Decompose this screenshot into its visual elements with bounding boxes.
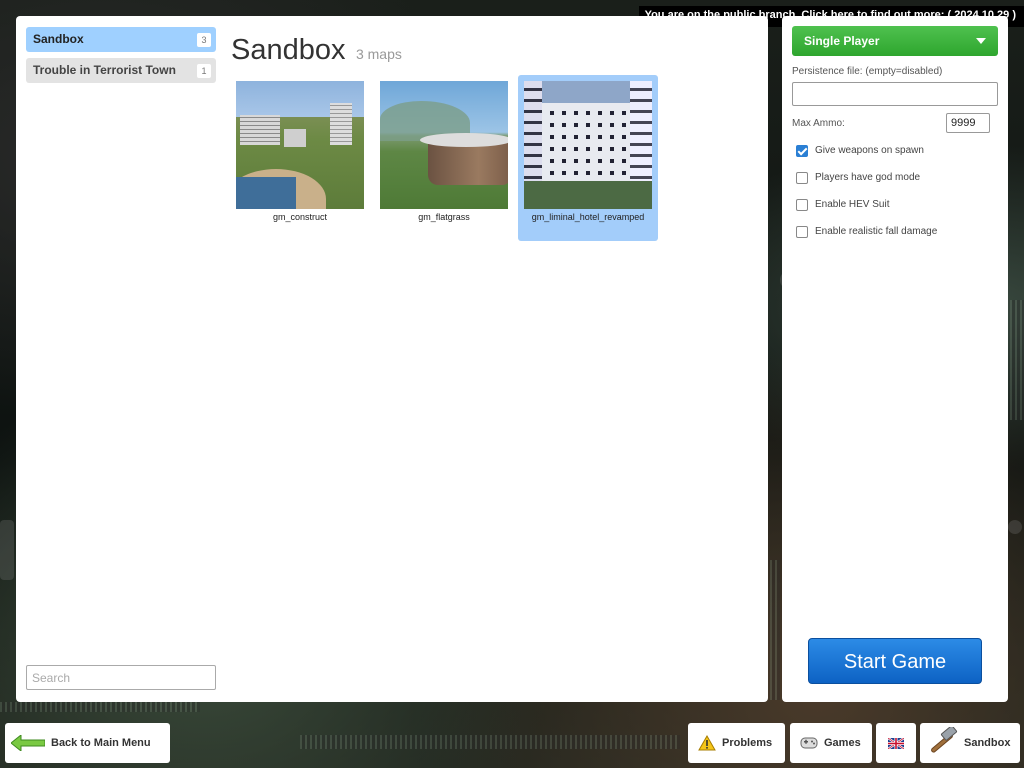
start-game-button[interactable]: Start Game	[808, 638, 982, 684]
player-mode-value: Single Player	[804, 34, 880, 48]
checkbox-unchecked[interactable]	[796, 172, 808, 184]
back-label: Back to Main Menu	[51, 737, 151, 749]
checkbox-label: Enable realistic fall damage	[815, 226, 938, 237]
page-heading: Sandbox 3 maps	[231, 34, 402, 67]
map-name: gm_liminal_hotel_revamped	[531, 212, 645, 222]
sandbox-gamemode-button[interactable]: Sandbox	[920, 723, 1020, 763]
checkbox-label: Give weapons on spawn	[815, 145, 924, 156]
map-count: 3 maps	[355, 46, 402, 62]
player-mode-dropdown[interactable]: Single Player	[792, 26, 998, 56]
sandbox-label: Sandbox	[964, 737, 1011, 749]
warning-icon	[698, 735, 716, 751]
back-to-main-menu-button[interactable]: Back to Main Menu	[5, 723, 170, 763]
category-item-sandbox[interactable]: Sandbox 3	[26, 27, 216, 52]
persistence-label: Persistence file: (empty=disabled)	[792, 66, 943, 77]
category-label: Sandbox	[33, 32, 84, 46]
hammer-icon	[931, 727, 958, 753]
map-name: gm_construct	[272, 212, 328, 222]
language-button[interactable]	[876, 723, 916, 763]
map-tile-gm-liminal-hotel-revamped[interactable]: gm_liminal_hotel_revamped	[518, 75, 658, 241]
category-item-ttt[interactable]: Trouble in Terrorist Town 1	[26, 58, 216, 83]
games-label: Games	[824, 737, 861, 749]
games-button[interactable]: Games	[790, 723, 872, 763]
map-thumbnail	[380, 81, 508, 209]
persistence-file-input[interactable]	[792, 82, 998, 106]
problems-label: Problems	[722, 737, 773, 749]
map-tile-gm-construct[interactable]: gm_construct	[230, 75, 370, 241]
problems-button[interactable]: Problems	[688, 723, 785, 763]
checkbox-label: Players have god mode	[815, 172, 921, 183]
map-thumbnail	[236, 81, 364, 209]
checkbox-unchecked[interactable]	[796, 199, 808, 211]
flag-uk-icon	[888, 738, 904, 749]
category-list: Sandbox 3 Trouble in Terrorist Town 1	[26, 27, 216, 89]
category-count-badge: 1	[197, 64, 211, 78]
max-ammo-label: Max Ammo:	[792, 118, 845, 129]
map-browser-panel: Sandbox 3 Trouble in Terrorist Town 1 Sa…	[16, 16, 768, 702]
checkbox-unchecked[interactable]	[796, 226, 808, 238]
chevron-down-icon	[976, 38, 986, 44]
map-tile-gm-flatgrass[interactable]: gm_flatgrass	[374, 75, 514, 241]
game-settings-panel: Single Player Persistence file: (empty=d…	[782, 16, 1008, 702]
map-thumbnail	[524, 81, 652, 209]
search-input[interactable]	[26, 665, 216, 690]
page-title: Sandbox	[231, 34, 346, 66]
map-name: gm_flatgrass	[418, 212, 470, 222]
arrow-left-icon	[11, 735, 45, 751]
gamepad-icon	[800, 737, 818, 749]
checkbox-label: Enable HEV Suit	[815, 199, 890, 210]
category-count-badge: 3	[197, 33, 211, 47]
checkbox-checked[interactable]	[796, 145, 808, 157]
category-label: Trouble in Terrorist Town	[33, 63, 176, 77]
max-ammo-input[interactable]	[946, 113, 990, 133]
